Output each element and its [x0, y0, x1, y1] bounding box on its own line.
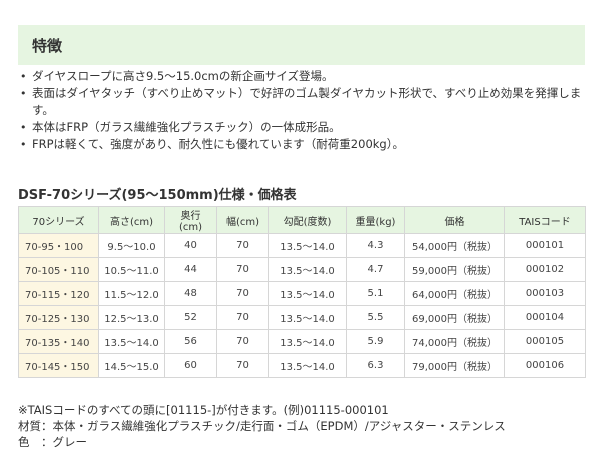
table-row: 70-115・120 11.5～12.0 48 70 13.5～14.0 5.1…	[18, 281, 586, 306]
cell-width: 70	[216, 281, 269, 306]
header-tais-code: TAISコード	[504, 206, 586, 234]
cell-width: 70	[216, 257, 269, 282]
cell-depth: 44	[164, 257, 217, 282]
cell-model: 70-105・110	[18, 257, 99, 282]
cell-width: 70	[216, 233, 269, 258]
cell-height: 14.5～15.0	[98, 353, 165, 378]
note-material: 材質：本体・ガラス繊維強化プラスチック/走行面・ゴム（EPDM）/アジャスター・…	[18, 419, 506, 433]
bullet-icon: •	[20, 87, 27, 100]
spec-table-title: DSF-70シリーズ(95～150mm)仕様・価格表	[18, 188, 297, 203]
cell-depth: 52	[164, 305, 217, 330]
cell-slope: 13.5～14.0	[268, 353, 347, 378]
feature-item: • 本体はFRP（ガラス繊維強化プラスチック）の一体成形品。	[20, 119, 590, 136]
cell-price: 74,000円（税抜）	[404, 329, 505, 354]
feature-text: FRPは軽くて、強度があり、耐久性にも優れています（耐荷重200kg）。	[32, 137, 404, 151]
page: 特徴 • ダイヤスロープに高さ9.5～15.0cmの新企画サイズ登場。 • 表面はダ…	[0, 0, 600, 469]
cell-height: 13.5～14.0	[98, 329, 165, 354]
header-width: 幅(cm)	[216, 206, 269, 234]
cell-price: 69,000円（税抜）	[404, 305, 505, 330]
cell-slope: 13.5～14.0	[268, 233, 347, 258]
bullet-icon: •	[20, 138, 27, 151]
cell-height: 9.5～10.0	[98, 233, 165, 258]
cell-height: 10.5～11.0	[98, 257, 165, 282]
spec-price-table: 70シリーズ 高さ(cm) 奥行(cm) 幅(cm) 勾配(度数) 重量(kg)…	[18, 206, 586, 378]
cell-tais-code: 000102	[504, 257, 586, 282]
cell-depth: 60	[164, 353, 217, 378]
cell-height: 12.5～13.0	[98, 305, 165, 330]
cell-price: 59,000円（税抜）	[404, 257, 505, 282]
cell-model: 70-135・140	[18, 329, 99, 354]
features-list: • ダイヤスロープに高さ9.5～15.0cmの新企画サイズ登場。 • 表面はダイヤタ…	[20, 68, 590, 153]
header-weight: 重量(kg)	[346, 206, 405, 234]
cell-model: 70-125・130	[18, 305, 99, 330]
cell-slope: 13.5～14.0	[268, 305, 347, 330]
notes: ※TAISコードのすべての頭に[01115-]が付きます。(例)01115-00…	[18, 402, 506, 450]
header-price: 価格	[404, 206, 505, 234]
table-row: 70-125・130 12.5～13.0 52 70 13.5～14.0 5.5…	[18, 305, 586, 330]
bullet-icon: •	[20, 70, 27, 83]
table-row: 70-95・100 9.5～10.0 40 70 13.5～14.0 4.3 5…	[18, 233, 586, 258]
cell-slope: 13.5～14.0	[268, 281, 347, 306]
cell-depth: 48	[164, 281, 217, 306]
cell-slope: 13.5～14.0	[268, 329, 347, 354]
cell-weight: 6.3	[346, 353, 405, 378]
table-row: 70-135・140 13.5～14.0 56 70 13.5～14.0 5.9…	[18, 329, 586, 354]
feature-text: ダイヤスロープに高さ9.5～15.0cmの新企画サイズ登場。	[32, 69, 334, 83]
cell-slope: 13.5～14.0	[268, 257, 347, 282]
cell-tais-code: 000106	[504, 353, 586, 378]
cell-depth: 56	[164, 329, 217, 354]
cell-price: 79,000円（税抜）	[404, 353, 505, 378]
cell-height: 11.5～12.0	[98, 281, 165, 306]
note-tais-code: ※TAISコードのすべての頭に[01115-]が付きます。(例)01115-00…	[18, 403, 389, 417]
features-heading: 特徴	[18, 25, 585, 65]
feature-item: • FRPは軽くて、強度があり、耐久性にも優れています（耐荷重200kg）。	[20, 136, 590, 153]
feature-text: 本体はFRP（ガラス繊維強化プラスチック）の一体成形品。	[32, 120, 341, 134]
cell-width: 70	[216, 305, 269, 330]
cell-model: 70-95・100	[18, 233, 99, 258]
table-row: 70-105・110 10.5～11.0 44 70 13.5～14.0 4.7…	[18, 257, 586, 282]
header-series: 70シリーズ	[18, 206, 99, 234]
feature-item: • 表面はダイヤタッチ（すべり止めマット）で好評のゴム製ダイヤカット形状で、すべり…	[20, 85, 590, 119]
cell-tais-code: 000104	[504, 305, 586, 330]
cell-depth: 40	[164, 233, 217, 258]
cell-weight: 5.5	[346, 305, 405, 330]
feature-text: 表面はダイヤタッチ（すべり止めマット）で好評のゴム製ダイヤカット形状で、すべり止…	[32, 86, 582, 117]
cell-width: 70	[216, 353, 269, 378]
cell-tais-code: 000105	[504, 329, 586, 354]
header-slope: 勾配(度数)	[268, 206, 347, 234]
bullet-icon: •	[20, 121, 27, 134]
cell-weight: 5.9	[346, 329, 405, 354]
cell-weight: 5.1	[346, 281, 405, 306]
note-color: 色 ：グレー	[18, 435, 87, 449]
cell-price: 54,000円（税抜）	[404, 233, 505, 258]
header-height: 高さ(cm)	[98, 206, 165, 234]
header-depth: 奥行(cm)	[164, 206, 217, 234]
cell-tais-code: 000101	[504, 233, 586, 258]
cell-weight: 4.3	[346, 233, 405, 258]
cell-model: 70-115・120	[18, 281, 99, 306]
feature-item: • ダイヤスロープに高さ9.5～15.0cmの新企画サイズ登場。	[20, 68, 590, 85]
cell-width: 70	[216, 329, 269, 354]
cell-model: 70-145・150	[18, 353, 99, 378]
cell-tais-code: 000103	[504, 281, 586, 306]
cell-price: 64,000円（税抜）	[404, 281, 505, 306]
table-header-row: 70シリーズ 高さ(cm) 奥行(cm) 幅(cm) 勾配(度数) 重量(kg)…	[18, 206, 586, 234]
table-row: 70-145・150 14.5～15.0 60 70 13.5～14.0 6.3…	[18, 353, 586, 378]
cell-weight: 4.7	[346, 257, 405, 282]
